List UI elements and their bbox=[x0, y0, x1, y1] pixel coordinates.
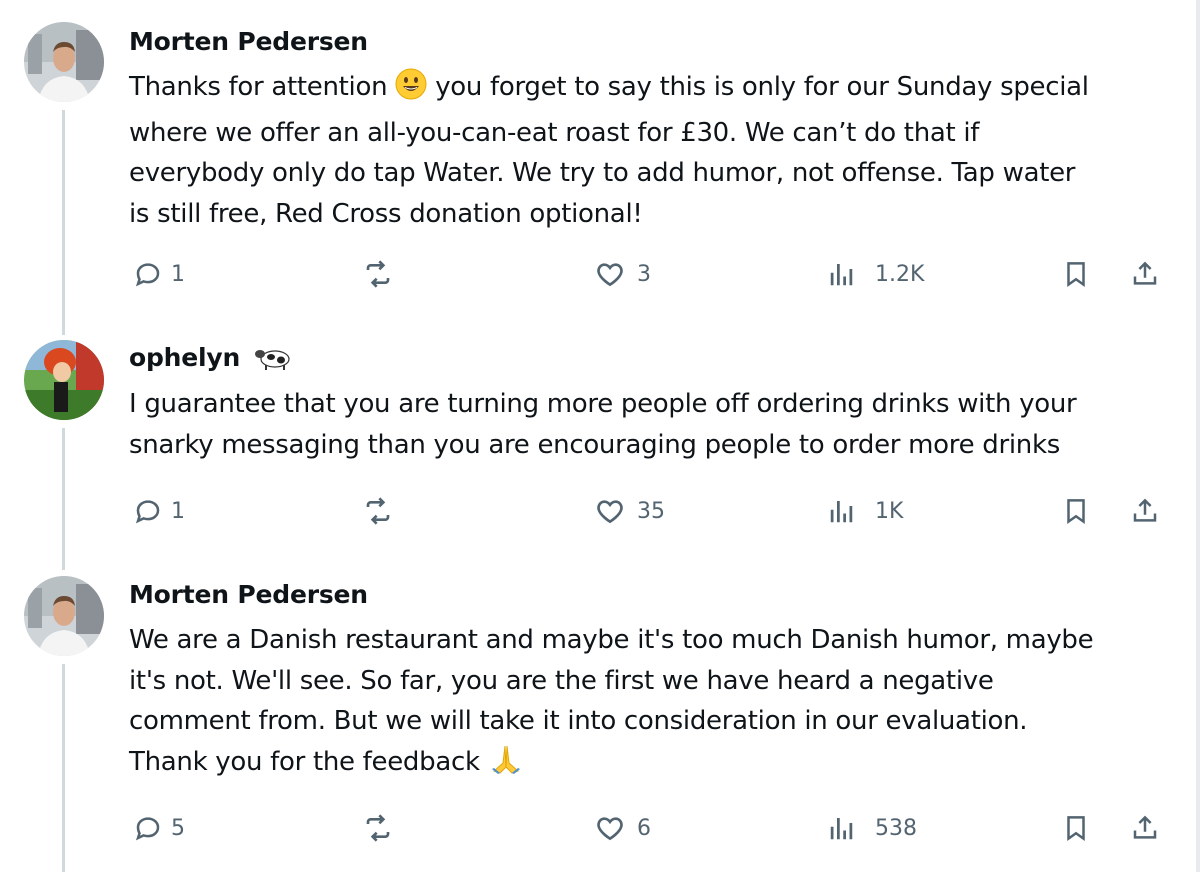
tweet-text: Thanks for attention you forget to say t… bbox=[129, 67, 1174, 234]
like-count: 6 bbox=[637, 815, 651, 841]
author-name[interactable]: Morten Pedersen bbox=[129, 27, 368, 56]
reply-icon bbox=[131, 257, 165, 291]
reply-count: 5 bbox=[171, 815, 185, 841]
share-icon bbox=[1128, 257, 1162, 291]
tweet-text: We are a Danish restaurant and maybe it'… bbox=[129, 620, 1174, 787]
analytics-icon bbox=[825, 257, 859, 291]
views-button[interactable]: 1K bbox=[825, 491, 903, 531]
reply-icon bbox=[131, 494, 165, 528]
reply-count: 1 bbox=[171, 261, 185, 287]
author-name[interactable]: Morten Pedersen bbox=[129, 580, 368, 609]
tweet-text-line: I guarantee that you are turning more pe… bbox=[129, 389, 1077, 419]
analytics-icon bbox=[825, 811, 859, 845]
tweet[interactable]: Morten Pedersen We are a Danish restaura… bbox=[0, 560, 1196, 872]
like-button[interactable]: 3 bbox=[593, 254, 651, 294]
avatar[interactable] bbox=[24, 576, 104, 656]
author-name[interactable]: ophelyn bbox=[129, 343, 293, 376]
heart-icon bbox=[593, 494, 627, 528]
share-button[interactable] bbox=[1128, 808, 1162, 848]
heart-icon bbox=[593, 811, 627, 845]
bookmark-icon bbox=[1059, 811, 1093, 845]
tweet-text-line: comment from. But we will take it into c… bbox=[129, 706, 1028, 736]
view-count: 1K bbox=[875, 498, 904, 524]
bookmark-button[interactable] bbox=[1059, 491, 1093, 531]
avatar[interactable] bbox=[24, 340, 104, 420]
bookmark-icon bbox=[1059, 257, 1093, 291]
bookmark-button[interactable] bbox=[1059, 808, 1093, 848]
cow-icon bbox=[253, 344, 293, 376]
reply-button[interactable]: 1 bbox=[131, 491, 185, 531]
tweet-text-line: We are a Danish restaurant and maybe it'… bbox=[129, 625, 1094, 655]
folded-hands-icon bbox=[488, 743, 524, 788]
tweet-actions: 1 3 1.2K bbox=[0, 254, 1196, 294]
share-button[interactable] bbox=[1128, 254, 1162, 294]
tweet-actions: 1 35 1K bbox=[0, 491, 1196, 531]
views-button[interactable]: 1.2K bbox=[825, 254, 924, 294]
heart-icon bbox=[593, 257, 627, 291]
tweet-text: I guarantee that you are turning more pe… bbox=[129, 384, 1174, 465]
analytics-icon bbox=[825, 494, 859, 528]
like-button[interactable]: 35 bbox=[593, 491, 665, 531]
reply-button[interactable]: 1 bbox=[131, 254, 185, 294]
tweet[interactable]: Morten Pedersen Thanks for attention you… bbox=[0, 0, 1196, 320]
retweet-button[interactable] bbox=[361, 254, 409, 294]
tweet-actions: 5 6 538 bbox=[0, 808, 1196, 848]
grinning-face-icon bbox=[395, 68, 427, 113]
share-button[interactable] bbox=[1128, 491, 1162, 531]
view-count: 1.2K bbox=[875, 261, 925, 287]
bookmark-icon bbox=[1059, 494, 1093, 528]
like-button[interactable]: 6 bbox=[593, 808, 651, 848]
tweet-text-line: is still free, Red Cross donation option… bbox=[129, 198, 643, 229]
view-count: 538 bbox=[875, 815, 917, 841]
retweet-icon bbox=[361, 811, 395, 845]
bookmark-button[interactable] bbox=[1059, 254, 1093, 294]
retweet-icon bbox=[361, 257, 395, 291]
retweet-button[interactable] bbox=[361, 808, 409, 848]
retweet-button[interactable] bbox=[361, 491, 409, 531]
tweet-text-line: it's not. We'll see. So far, you are the… bbox=[129, 665, 994, 696]
like-count: 35 bbox=[637, 498, 665, 524]
reply-count: 1 bbox=[171, 498, 185, 524]
reply-button[interactable]: 5 bbox=[131, 808, 185, 848]
tweet-text-line: where we offer an all-you-can-eat roast … bbox=[129, 117, 980, 148]
share-icon bbox=[1128, 811, 1162, 845]
tweet[interactable]: ophelyn I guarantee that you are turning… bbox=[0, 320, 1196, 560]
tweet-text-line: everybody only do tap Water. We try to a… bbox=[129, 158, 1076, 188]
views-button[interactable]: 538 bbox=[825, 808, 917, 848]
scrollbar-track[interactable] bbox=[1196, 0, 1200, 872]
tweet-text-line: snarky messaging than you are encouragin… bbox=[129, 429, 1060, 460]
avatar[interactable] bbox=[24, 22, 104, 102]
retweet-icon bbox=[361, 494, 395, 528]
tweet-text-line: Thanks for attention you forget to say t… bbox=[129, 67, 1174, 113]
reply-icon bbox=[131, 811, 165, 845]
share-icon bbox=[1128, 494, 1162, 528]
like-count: 3 bbox=[637, 261, 651, 287]
tweet-text-line: Thank you for the feedback bbox=[129, 742, 1174, 788]
